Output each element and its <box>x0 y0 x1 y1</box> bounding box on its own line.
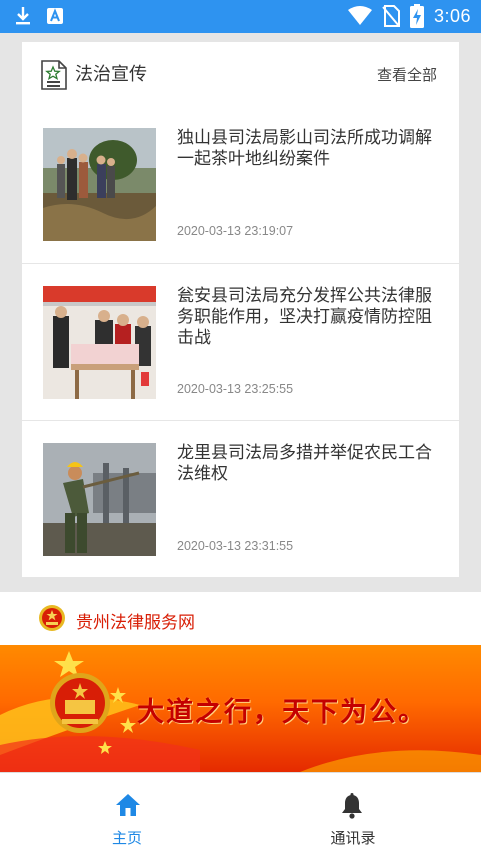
nav-home[interactable]: 主页 <box>0 773 240 856</box>
home-icon <box>116 794 140 816</box>
nav-home-label: 主页 <box>111 829 142 847</box>
battery-charging-icon <box>409 4 424 28</box>
news-timestamp: 2020-03-13 23:19:07 <box>177 224 294 238</box>
nav-contacts[interactable]: 通讯录 <box>240 773 480 856</box>
news-timestamp: 2020-03-13 23:31:55 <box>177 539 294 553</box>
wifi-icon <box>347 6 372 25</box>
banner-slogan: 大道之行，天下为公。 <box>137 697 427 728</box>
no-sim-icon <box>382 5 400 27</box>
national-emblem-icon <box>39 605 65 631</box>
bottom-navigation: 主页 通讯录 <box>0 772 481 856</box>
view-all-link[interactable]: 查看全部 <box>377 64 437 85</box>
bell-icon <box>342 793 362 819</box>
news-item[interactable]: 龙里县司法局多措并举促农民工合法维权 2020-03-13 23:31:55 <box>22 420 459 577</box>
news-title: 瓮安县司法局充分发挥公共法律服务职能作用，坚决打赢疫情防控阻击战 <box>177 286 432 348</box>
news-timestamp: 2020-03-13 23:25:55 <box>177 382 294 396</box>
guizhou-legal-service-label: 贵州法律服务网 <box>76 613 195 633</box>
news-thumbnail <box>43 128 156 241</box>
section-title: 法治宣传 <box>75 64 147 85</box>
guizhou-legal-service-link[interactable]: 贵州法律服务网 <box>0 592 481 645</box>
download-icon <box>16 7 30 25</box>
news-title: 龙里县司法局多措并举促农民工合法维权 <box>177 443 432 484</box>
status-bar: 3:06 <box>0 0 481 33</box>
news-item[interactable]: 独山县司法局影山司法所成功调解一起茶叶地纠纷案件 2020-03-13 23:1… <box>22 106 459 263</box>
slogan-banner: 大道之行，天下为公。 <box>0 645 481 772</box>
clock: 3:06 <box>433 5 471 26</box>
app-a-icon <box>47 8 63 24</box>
news-thumbnail <box>43 443 156 556</box>
document-star-icon <box>41 60 67 90</box>
card-header: 法治宣传 查看全部 <box>22 42 459 106</box>
news-title: 独山县司法局影山司法所成功调解一起茶叶地纠纷案件 <box>177 128 432 169</box>
news-thumbnail <box>43 286 156 399</box>
nav-contacts-label: 通讯录 <box>330 829 376 847</box>
news-item[interactable]: 瓮安县司法局充分发挥公共法律服务职能作用，坚决打赢疫情防控阻击战 2020-03… <box>22 263 459 420</box>
legal-publicity-card: 法治宣传 查看全部 独山县司法局影山司法所成功调解一起茶叶地纠纷案件 2020-… <box>22 42 459 577</box>
